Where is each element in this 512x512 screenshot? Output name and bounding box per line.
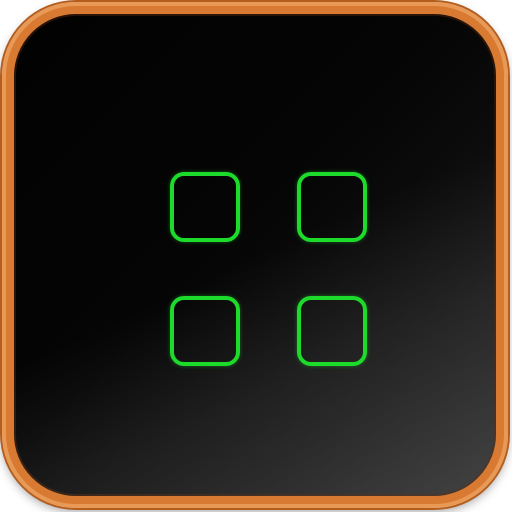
app-grid-icon[interactable]	[2, 2, 508, 508]
grid-tile-bottom-left-icon	[170, 296, 240, 366]
grid-tile-top-left-icon	[170, 172, 240, 242]
icon-canvas	[0, 0, 512, 512]
grid-glyph-icon	[170, 172, 368, 368]
grid-tile-bottom-right-icon	[297, 296, 367, 366]
grid-tile-top-right-icon	[297, 172, 367, 242]
